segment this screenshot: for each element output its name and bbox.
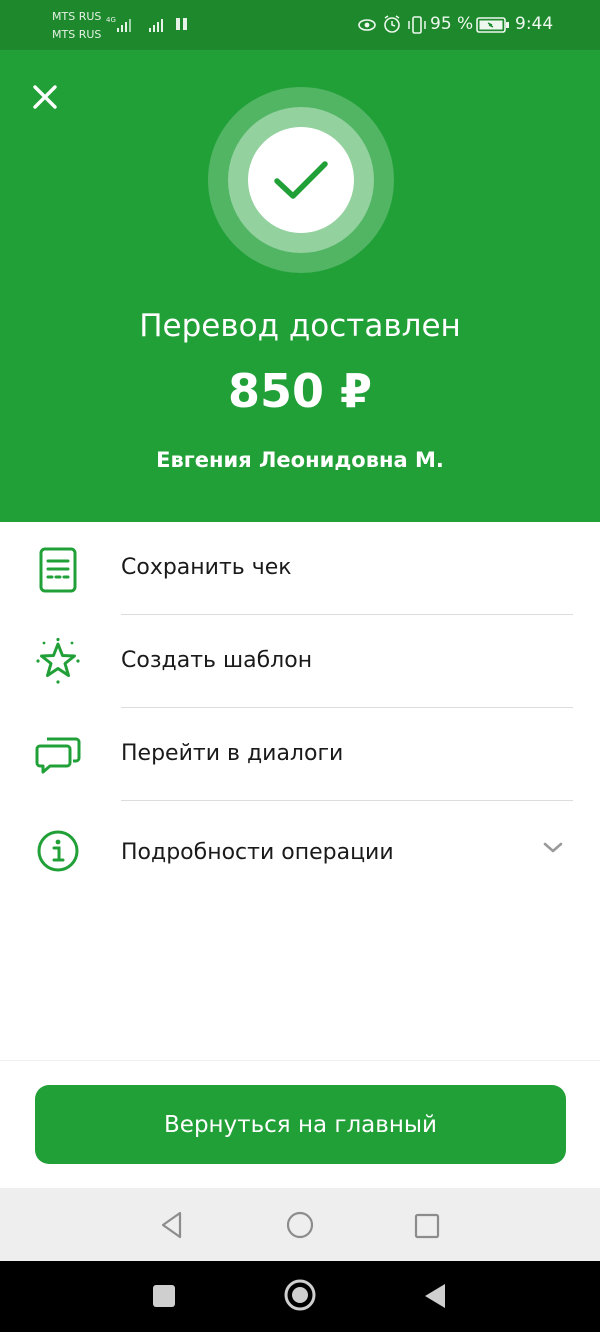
battery-percent: 95 % xyxy=(430,14,474,34)
transfer-amount: 850 ₽ xyxy=(227,364,373,418)
recent-apps-icon[interactable] xyxy=(413,1212,441,1240)
divider xyxy=(0,1060,600,1061)
operation-details-action[interactable]: Подробности операции xyxy=(0,801,600,894)
close-icon xyxy=(33,85,57,109)
recent-apps-icon[interactable] xyxy=(151,1283,177,1309)
chevron-down-icon[interactable] xyxy=(542,841,564,855)
status-time: 9:44 xyxy=(515,14,554,34)
eye-icon xyxy=(358,19,376,31)
close-button[interactable] xyxy=(30,82,66,112)
check-icon xyxy=(274,161,328,199)
success-header: Перевод доставлен 850 ₽ Евгения Леонидов… xyxy=(0,50,600,522)
create-template-action[interactable]: Создать шаблон xyxy=(0,615,600,708)
vibrate-icon xyxy=(408,16,426,34)
star-icon xyxy=(36,637,80,684)
receipt-icon xyxy=(39,547,77,593)
save-receipt-action[interactable]: Сохранить чек xyxy=(0,522,600,615)
pause-icon xyxy=(176,18,187,30)
status-bar: MTS RUS MTS RUS 4G 95 % 9:44 xyxy=(0,0,600,50)
signal-icon: 4G xyxy=(106,16,131,32)
action-label: Перейти в диалоги xyxy=(121,741,344,766)
battery-icon xyxy=(476,17,509,33)
back-icon[interactable] xyxy=(158,1210,186,1240)
back-icon[interactable] xyxy=(422,1282,448,1310)
carrier-name: MTS RUS xyxy=(52,10,102,23)
chat-icon xyxy=(35,737,81,774)
action-label: Подробности операции xyxy=(121,840,394,865)
system-navigation-bar xyxy=(0,1261,600,1332)
alarm-icon xyxy=(384,15,400,33)
navigation-bar xyxy=(0,1188,600,1261)
home-icon[interactable] xyxy=(283,1278,317,1312)
signal-icon xyxy=(149,19,163,32)
recipient-name: Евгения Леонидовна М. xyxy=(156,448,444,472)
carrier-name: MTS RUS xyxy=(52,28,102,41)
open-dialogs-action[interactable]: Перейти в диалоги xyxy=(0,708,600,801)
info-icon xyxy=(37,830,79,872)
return-home-button[interactable]: Вернуться на главный xyxy=(35,1085,566,1164)
transfer-status-title: Перевод доставлен xyxy=(139,308,461,344)
home-icon[interactable] xyxy=(285,1210,315,1240)
action-label: Сохранить чек xyxy=(121,555,292,580)
network-type: 4G xyxy=(106,16,116,24)
success-badge xyxy=(208,87,394,273)
action-label: Создать шаблон xyxy=(121,648,313,673)
